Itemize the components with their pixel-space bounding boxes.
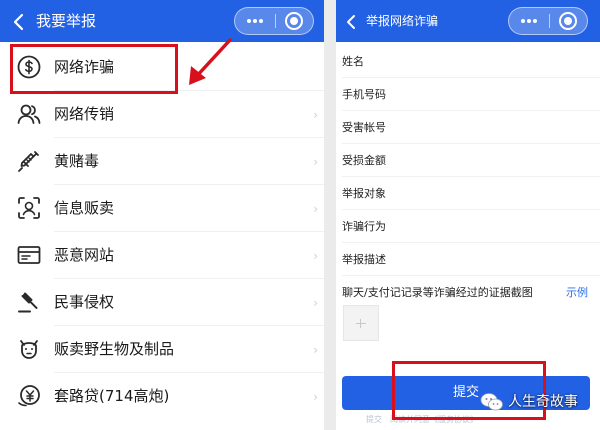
loss-amount-field[interactable]: 受损金额 <box>336 144 600 177</box>
capsule-divider <box>275 14 276 28</box>
close-circle-icon[interactable] <box>285 12 303 30</box>
menu-item-info-trafficking[interactable]: 信息贩卖 › <box>0 185 324 232</box>
menu-label: 贩卖野生物及制品 <box>54 340 175 358</box>
field-label: 受害帐号 <box>342 121 386 134</box>
example-link[interactable]: 示例 <box>566 285 588 300</box>
capsule-divider <box>549 14 550 28</box>
face-scan-icon <box>18 197 40 219</box>
back-arrow-icon[interactable] <box>342 12 362 32</box>
mini-program-capsule <box>508 7 588 35</box>
mini-program-capsule <box>234 7 314 35</box>
chevron-right-icon: › <box>313 108 318 122</box>
report-target-field[interactable]: 举报对象 <box>336 177 600 210</box>
more-options-icon[interactable] <box>235 8 275 34</box>
wechat-watermark: 人生奇故事 <box>480 390 600 416</box>
users-icon <box>17 104 41 124</box>
panel-divider <box>324 0 336 430</box>
report-menu-panel: 我要举报 网络诈骗 网络传销 › 黄赌毒 › 信息贩卖 › 恶意网站 › 民事侵… <box>0 0 324 430</box>
menu-item-civil-infringement[interactable]: 民事侵权 › <box>0 279 324 326</box>
yen-coin-icon <box>18 385 40 407</box>
field-label: 举报对象 <box>342 187 386 200</box>
wechat-logo-icon <box>480 393 503 411</box>
name-field[interactable]: 姓名 <box>336 45 600 78</box>
field-label: 手机号码 <box>342 88 386 101</box>
red-highlight-box <box>10 44 178 94</box>
right-header: 举报网络诈骗 <box>336 0 600 42</box>
syringe-icon <box>18 151 39 172</box>
plus-icon-stem <box>360 319 361 328</box>
image-upload-button[interactable] <box>343 305 379 341</box>
menu-item-wildlife-trade[interactable]: 贩卖野生物及制品 › <box>0 326 324 373</box>
browser-window-icon <box>17 246 41 264</box>
menu-label: 套路贷(714高炮) <box>54 387 170 405</box>
chevron-right-icon: › <box>313 343 318 357</box>
menu-item-predatory-loan[interactable]: 套路贷(714高炮) › <box>0 373 324 420</box>
page-title: 举报网络诈骗 <box>366 14 439 28</box>
watermark-text: 人生奇故事 <box>508 394 578 410</box>
report-description-field[interactable]: 举报描述 <box>336 243 600 276</box>
menu-label: 民事侵权 <box>54 293 115 311</box>
menu-label: 黄赌毒 <box>54 152 100 170</box>
page-title: 我要举报 <box>36 12 97 30</box>
field-label: 姓名 <box>342 55 364 68</box>
plus-icon <box>356 323 366 324</box>
menu-label: 信息贩卖 <box>54 199 115 217</box>
menu-label: 网络传销 <box>54 105 115 123</box>
close-circle-icon[interactable] <box>559 12 577 30</box>
victim-account-field[interactable]: 受害帐号 <box>336 111 600 144</box>
animal-icon <box>20 340 38 359</box>
chevron-right-icon: › <box>313 390 318 404</box>
menu-label: 恶意网站 <box>54 246 115 264</box>
gavel-icon <box>18 292 38 313</box>
field-label: 受损金额 <box>342 154 386 167</box>
field-separator <box>342 275 600 276</box>
phone-field[interactable]: 手机号码 <box>336 78 600 111</box>
evidence-screenshot-label: 聊天/支付记记录等诈骗经过的证据截图 <box>342 286 533 299</box>
menu-item-malicious-website[interactable]: 恶意网站 › <box>0 232 324 279</box>
chevron-right-icon: › <box>313 296 318 310</box>
more-options-icon[interactable] <box>509 8 549 34</box>
chevron-right-icon: › <box>313 155 318 169</box>
left-header: 我要举报 <box>0 0 324 42</box>
field-label: 举报描述 <box>342 253 386 266</box>
back-arrow-icon[interactable] <box>10 12 30 32</box>
menu-item-porn-gambling-drugs[interactable]: 黄赌毒 › <box>0 138 324 185</box>
menu-item-pyramid-scheme[interactable]: 网络传销 › <box>0 91 324 138</box>
field-label: 诈骗行为 <box>342 220 386 233</box>
chevron-right-icon: › <box>313 249 318 263</box>
chevron-right-icon: › <box>313 202 318 216</box>
fraud-behavior-field[interactable]: 诈骗行为 <box>336 210 600 243</box>
